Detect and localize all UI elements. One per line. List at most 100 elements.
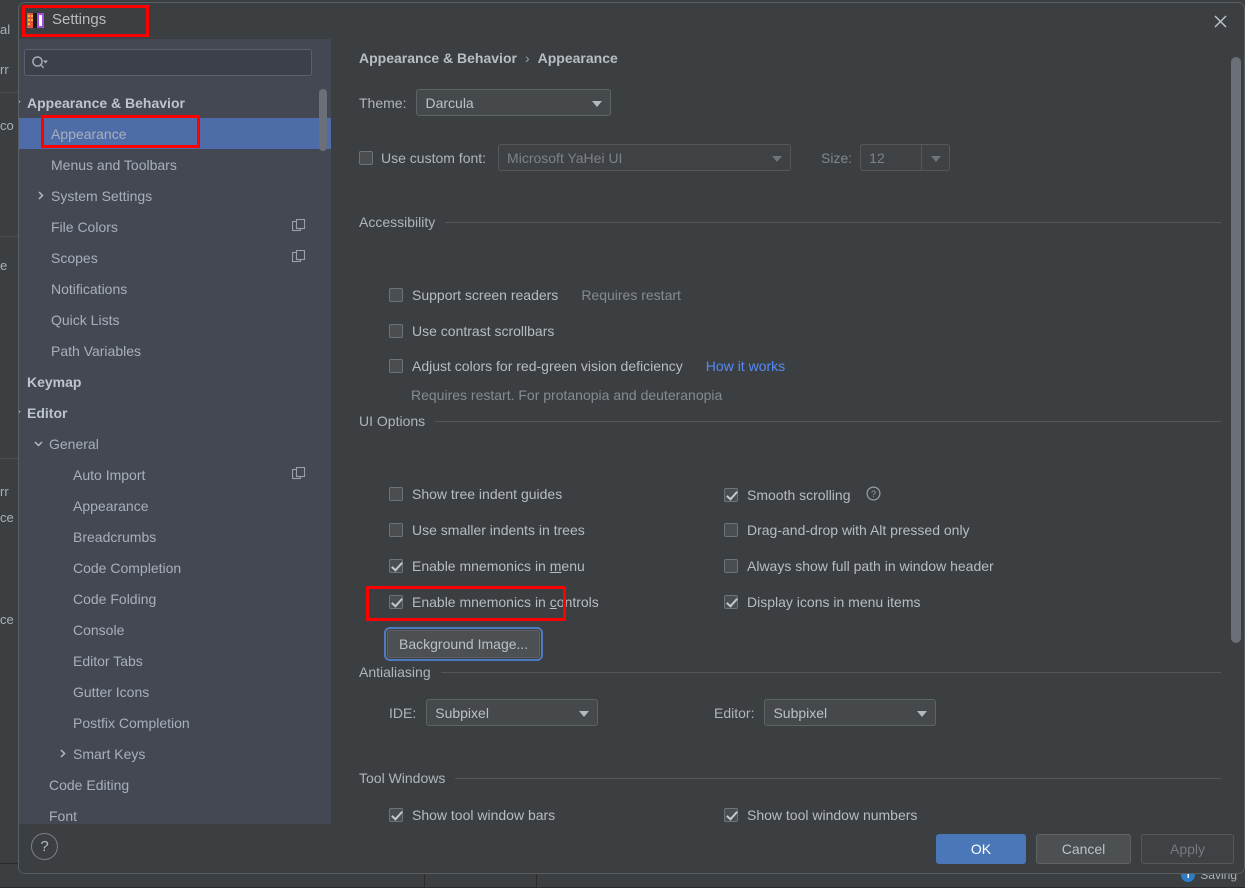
show-tree-indent-guides-row[interactable]: Show tree indent guides — [389, 486, 562, 502]
search-box[interactable] — [24, 49, 312, 76]
cancel-button[interactable]: Cancel — [1036, 834, 1131, 864]
use-custom-font-checkbox[interactable] — [359, 151, 373, 165]
custom-font-select[interactable]: Microsoft YaHei UI — [498, 144, 791, 171]
search-input-container — [24, 49, 312, 76]
antialiasing-ide-select[interactable]: Subpixel — [426, 699, 598, 726]
always-show-full-path-row[interactable]: Always show full path in window header — [724, 558, 994, 574]
adjust-colors-checkbox[interactable] — [389, 359, 403, 373]
sidebar-item-appearance-behavior[interactable]: Appearance & Behavior — [19, 87, 331, 118]
tool-windows-group-header: Tool Windows — [359, 770, 1221, 786]
antialiasing-editor-select[interactable]: Subpixel — [764, 699, 936, 726]
background-edge-label: e — [0, 258, 7, 273]
sidebar-item-system-settings[interactable]: System Settings — [19, 180, 331, 211]
help-button[interactable]: ? — [31, 833, 58, 860]
show-tool-window-numbers-checkbox[interactable] — [724, 808, 738, 822]
use-smaller-indents-row[interactable]: Use smaller indents in trees — [389, 522, 585, 538]
always-show-full-path-checkbox[interactable] — [724, 559, 738, 573]
use-contrast-scrollbars-checkbox[interactable] — [389, 324, 403, 338]
copy-icon[interactable] — [292, 250, 306, 267]
sidebar-item-keymap[interactable]: Keymap — [19, 366, 331, 397]
sidebar-item-gutter-icons[interactable]: Gutter Icons — [19, 676, 331, 707]
custom-font-value: Microsoft YaHei UI — [507, 150, 622, 166]
sidebar-item-appearance[interactable]: Appearance — [19, 490, 331, 521]
breadcrumb-separator-icon: › — [525, 50, 530, 66]
theme-value: Darcula — [425, 95, 473, 111]
sidebar-item-font[interactable]: Font — [19, 800, 331, 824]
copy-icon[interactable] — [292, 467, 306, 484]
search-icon[interactable] — [31, 55, 49, 76]
theme-row: Theme: Darcula — [359, 89, 611, 116]
use-smaller-indents-checkbox[interactable] — [389, 523, 403, 537]
support-screen-readers-checkbox[interactable] — [389, 288, 403, 302]
show-tool-window-numbers-row[interactable]: Show tool window numbers — [724, 807, 917, 823]
mnemonics-menu-row[interactable]: Enable mnemonics in menu — [389, 558, 585, 574]
support-screen-readers-row[interactable]: Support screen readers Requires restart — [389, 287, 681, 303]
copy-icon[interactable] — [292, 219, 306, 236]
font-size-select[interactable]: 12 — [860, 144, 950, 171]
sidebar-item-breadcrumbs[interactable]: Breadcrumbs — [19, 521, 331, 552]
sidebar-item-auto-import[interactable]: Auto Import — [19, 459, 331, 490]
background-image-button[interactable]: Background Image... — [387, 630, 540, 658]
smooth-scrolling-label: Smooth scrolling — [747, 487, 851, 503]
sidebar-scrollbar[interactable] — [319, 89, 327, 151]
theme-select[interactable]: Darcula — [416, 89, 611, 116]
close-icon[interactable] — [1208, 9, 1232, 33]
smooth-scrolling-row[interactable]: Smooth scrolling ? — [724, 486, 881, 504]
breadcrumb-parent[interactable]: Appearance & Behavior — [359, 50, 517, 66]
sidebar-item-editor[interactable]: Editor — [19, 397, 331, 428]
adjust-colors-row[interactable]: Adjust colors for red-green vision defic… — [389, 358, 785, 374]
sidebar-item-general[interactable]: General — [19, 428, 331, 459]
help-icon[interactable]: ? — [866, 486, 881, 504]
use-contrast-scrollbars-row[interactable]: Use contrast scrollbars — [389, 323, 554, 339]
apply-button[interactable]: Apply — [1141, 834, 1234, 864]
chevron-right-icon[interactable] — [33, 189, 47, 203]
ok-button[interactable]: OK — [936, 834, 1026, 864]
show-tool-window-numbers-label: Show tool window numbers — [747, 807, 917, 823]
search-input[interactable] — [55, 50, 307, 75]
chevron-down-icon[interactable] — [19, 96, 23, 110]
chevron-down-icon — [917, 711, 927, 717]
chevron-down-icon[interactable] — [19, 406, 23, 420]
mnemonics-menu-checkbox[interactable] — [389, 559, 403, 573]
show-tool-window-bars-row[interactable]: Show tool window bars — [389, 807, 555, 823]
display-icons-menu-items-row[interactable]: Display icons in menu items — [724, 594, 921, 610]
chevron-down-icon[interactable] — [31, 437, 45, 451]
sidebar-item-appearance[interactable]: Appearance — [19, 118, 331, 149]
sidebar-item-code-completion[interactable]: Code Completion — [19, 552, 331, 583]
sidebar-item-editor-tabs[interactable]: Editor Tabs — [19, 645, 331, 676]
drag-and-drop-alt-checkbox[interactable] — [724, 523, 738, 537]
show-tool-window-bars-checkbox[interactable] — [389, 808, 403, 822]
antialiasing-ide-value: Subpixel — [435, 705, 489, 721]
chevron-right-icon[interactable] — [55, 747, 69, 761]
sidebar-item-path-variables[interactable]: Path Variables — [19, 335, 331, 366]
sidebar-item-notifications[interactable]: Notifications — [19, 273, 331, 304]
sidebar-item-scopes[interactable]: Scopes — [19, 242, 331, 273]
sidebar-item-code-folding[interactable]: Code Folding — [19, 583, 331, 614]
mnemonics-controls-checkbox[interactable] — [389, 595, 403, 609]
smooth-scrolling-checkbox[interactable] — [724, 488, 738, 502]
background-edge-label: ce — [0, 510, 14, 525]
antialiasing-editor-label: Editor: — [714, 705, 754, 721]
sidebar-item-label: Font — [49, 808, 77, 824]
sidebar-item-file-colors[interactable]: File Colors — [19, 211, 331, 242]
sidebar-item-postfix-completion[interactable]: Postfix Completion — [19, 707, 331, 738]
sidebar-item-smart-keys[interactable]: Smart Keys — [19, 738, 331, 769]
content-scrollbar[interactable] — [1231, 57, 1241, 643]
sidebar-item-console[interactable]: Console — [19, 614, 331, 645]
sidebar-item-code-editing[interactable]: Code Editing — [19, 769, 331, 800]
sidebar-item-quick-lists[interactable]: Quick Lists — [19, 304, 331, 335]
font-size-value: 12 — [869, 150, 885, 166]
sidebar-item-label: Console — [73, 622, 124, 638]
antialiasing-editor-value: Subpixel — [773, 705, 827, 721]
show-tree-indent-guides-checkbox[interactable] — [389, 487, 403, 501]
accessibility-title: Accessibility — [359, 214, 435, 230]
sidebar-item-label: Appearance — [73, 498, 149, 514]
sidebar-item-menus-and-toolbars[interactable]: Menus and Toolbars — [19, 149, 331, 180]
how-it-works-link[interactable]: How it works — [706, 358, 785, 374]
mnemonics-controls-row[interactable]: Enable mnemonics in controls — [389, 594, 599, 610]
display-icons-menu-items-checkbox[interactable] — [724, 595, 738, 609]
settings-content-panel: Appearance & Behavior › Appearance Theme… — [331, 39, 1245, 824]
custom-font-row: Use custom font: Microsoft YaHei UI Size… — [359, 144, 950, 171]
theme-label: Theme: — [359, 95, 406, 111]
drag-and-drop-alt-row[interactable]: Drag-and-drop with Alt pressed only — [724, 522, 970, 538]
